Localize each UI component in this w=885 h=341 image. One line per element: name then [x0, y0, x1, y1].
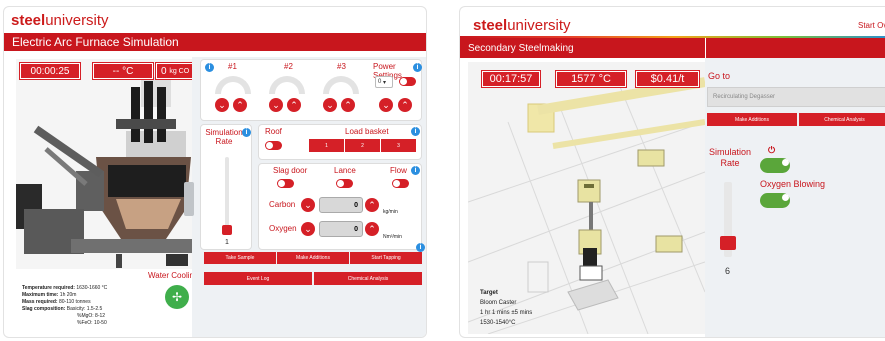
start-tapping-button[interactable]: Start Tapping	[350, 252, 422, 264]
make-additions-button[interactable]: Make Additions	[707, 113, 797, 126]
target-row: Mass required: 80-110 tonnes	[22, 299, 91, 305]
info-icon[interactable]: i	[413, 63, 422, 72]
roof-label: Roof	[265, 127, 282, 136]
electrode-panel: i #1 #2 #3 Power Settings i ⌄ ⌃ ⌄ ⌃ ⌄ ⌃ …	[200, 59, 422, 121]
power-icon: ⏻	[768, 145, 776, 155]
roof-panel: Roof Load basket i 1 2 3	[258, 124, 422, 160]
page-title: Electric Arc Furnace Simulation	[4, 33, 426, 51]
electrode-2-down-button[interactable]: ⌄	[269, 98, 283, 112]
eaf-card: steeluniversity Electric Arc Furnace Sim…	[3, 6, 427, 338]
basket-1-button[interactable]: 1	[309, 139, 344, 152]
target-row: Temperature required: 1630-1660 °C	[22, 285, 108, 291]
temperature-readout: 1577 °C	[556, 71, 626, 87]
info-icon[interactable]: i	[411, 166, 420, 175]
oxygen-down-button[interactable]: ⌄	[301, 222, 315, 236]
info-icon[interactable]: i	[205, 63, 214, 72]
electrode-1-down-button[interactable]: ⌄	[215, 98, 229, 112]
water-cooling-label: Water Cooling	[148, 271, 199, 280]
target-row: Maximum time: 1h 20m	[22, 292, 77, 298]
secondary-steelmaking-card: steeluniversity Start Ov Secondary Steel…	[459, 6, 885, 338]
slag-mgo: %MgO: 8-12	[77, 313, 106, 319]
event-log-button[interactable]: Event Log	[204, 272, 312, 285]
carbon-unit: kg/min	[383, 209, 398, 215]
slag-door-toggle[interactable]	[277, 179, 294, 188]
info-icon[interactable]: i	[242, 128, 251, 137]
power-up-button[interactable]: ⌃	[398, 98, 412, 112]
flow-label: Flow	[390, 166, 407, 175]
oxygen-blowing-toggle[interactable]	[760, 193, 790, 208]
power-select[interactable]: 0 ▾	[375, 76, 393, 88]
oxygen-up-button[interactable]: ⌃	[365, 222, 379, 236]
carbon-label: Carbon	[269, 200, 296, 209]
electrode-gauge-1	[215, 76, 251, 94]
roof-toggle[interactable]	[265, 141, 282, 150]
water-cooling-fan-icon[interactable]: ✢	[165, 285, 189, 309]
carbon-down-button[interactable]: ⌄	[301, 198, 315, 212]
steeluniversity-logo: steeluniversity	[11, 12, 109, 29]
electrode-gauge-3	[323, 76, 359, 94]
furnace-illustration	[16, 59, 201, 269]
lance-toggle[interactable]	[336, 179, 353, 188]
make-additions-button[interactable]: Make Additions	[277, 252, 349, 264]
oxygen-blowing-label: Oxygen Blowing	[760, 179, 826, 189]
targets-list: Temperature required: 1630-1660 °C Maxim…	[22, 285, 162, 326]
cost-readout: $0.41/t	[636, 71, 699, 87]
target-line: 1 hr 1 mins ±5 mins	[480, 310, 533, 316]
basket-2-button[interactable]: 2	[345, 139, 380, 152]
load-basket-label: Load basket	[345, 127, 389, 136]
simulation-rate-panel: Simulation Rate i 1	[200, 124, 252, 250]
oxygen-label: Oxygen	[269, 224, 297, 233]
electrode-3-down-button[interactable]: ⌄	[323, 98, 337, 112]
electrode-label-2: #2	[284, 62, 293, 71]
simulation-rate-knob[interactable]	[720, 236, 736, 250]
power-down-button[interactable]: ⌄	[379, 98, 393, 112]
timer-readout: 00:00:25	[20, 63, 80, 79]
electrode-2-up-button[interactable]: ⌃	[287, 98, 301, 112]
electrode-label-1: #1	[228, 62, 237, 71]
basket-3-button[interactable]: 3	[381, 139, 416, 152]
page-title: Secondary Steelmaking	[460, 38, 705, 58]
simulation-rate-knob[interactable]	[222, 225, 232, 235]
goto-label: Go to	[708, 71, 731, 81]
take-sample-button[interactable]: Take Sample	[204, 252, 276, 264]
chemical-analysis-button[interactable]: Chemical Analysis	[314, 272, 422, 285]
furnace-scene[interactable]	[16, 59, 201, 269]
simulation-rate-value: 1	[225, 239, 229, 246]
oxygen-unit: Nm³/min	[383, 234, 402, 240]
slag-door-label: Slag door	[273, 166, 308, 175]
temperature-readout: -- °C	[93, 63, 153, 79]
sidebar-handle[interactable]	[184, 182, 194, 216]
info-icon[interactable]: i	[416, 243, 425, 252]
target-row: Slag composition: Basicity: 1.5-2.5	[22, 306, 103, 312]
timer-readout: 00:17:57	[482, 71, 540, 87]
simulation-rate-label: Simulation Rate	[205, 128, 243, 146]
electrode-gauge-2	[269, 76, 305, 94]
electrode-3-up-button[interactable]: ⌃	[341, 98, 355, 112]
info-icon[interactable]: i	[411, 127, 420, 136]
oxygen-field[interactable]: 0	[319, 221, 363, 237]
flow-toggle[interactable]	[392, 179, 409, 188]
power-toggle[interactable]	[399, 77, 416, 86]
simulation-rate-label: Simulation Rate	[708, 147, 752, 168]
start-over-link[interactable]: Start Ov	[858, 21, 885, 30]
electrode-label-3: #3	[337, 62, 346, 71]
title-bar-extension	[705, 38, 885, 58]
target-line: Bloom Caster	[480, 300, 517, 306]
simulation-rate-value: 6	[725, 266, 731, 276]
goto-select[interactable]: Recirculating Degasser	[707, 87, 885, 107]
steeluniversity-logo: steeluniversity	[473, 17, 571, 34]
chemical-analysis-button[interactable]: Chemical Analysis	[799, 113, 885, 126]
slag-feo: %FeO: 10-50	[77, 320, 107, 326]
target-title: Target	[480, 290, 498, 296]
injection-panel: Slag door Lance Flow i Carbon ⌄ 0 ⌃ kg/m…	[258, 163, 422, 250]
carbon-up-button[interactable]: ⌃	[365, 198, 379, 212]
carbon-field[interactable]: 0	[319, 197, 363, 213]
electrode-1-up-button[interactable]: ⌃	[233, 98, 247, 112]
target-box: Target Bloom Caster 1 hr 1 mins ±5 mins …	[480, 290, 570, 326]
target-line: 1530-1540°C	[480, 320, 516, 326]
simulation-rate-track[interactable]	[225, 157, 229, 235]
simulation-toggle[interactable]	[760, 158, 790, 173]
lance-label: Lance	[334, 166, 356, 175]
